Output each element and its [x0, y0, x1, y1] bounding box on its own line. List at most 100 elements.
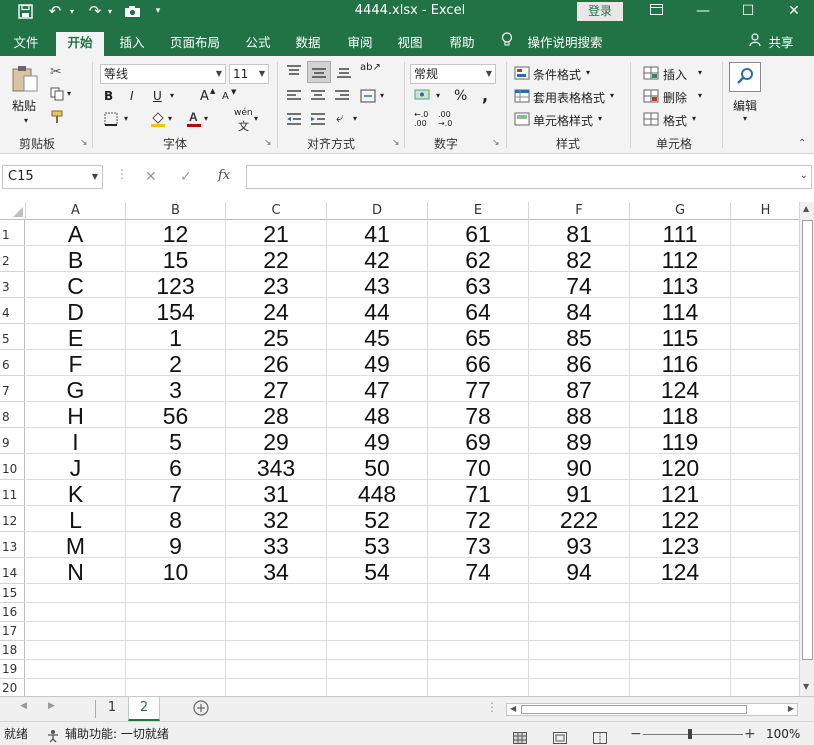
- scroll-up-icon[interactable]: ▲: [803, 204, 809, 213]
- cell-E10[interactable]: 70: [428, 454, 529, 480]
- percent-button[interactable]: %: [454, 88, 467, 104]
- orientation-icon[interactable]: ab↗: [360, 62, 381, 73]
- cell-G16[interactable]: [630, 603, 731, 622]
- row-header[interactable]: 18: [0, 641, 25, 660]
- page-layout-view-icon[interactable]: [553, 728, 567, 745]
- scroll-right-icon[interactable]: ▶: [788, 704, 794, 713]
- cell-G2[interactable]: 112: [630, 246, 731, 272]
- camera-icon[interactable]: [120, 0, 144, 22]
- tell-me-search[interactable]: 操作说明搜索: [522, 32, 608, 56]
- fill-color-dropdown-icon[interactable]: ▾: [168, 114, 172, 123]
- number-format-select[interactable]: 常规 ▼: [410, 64, 496, 84]
- delete-cells-dropdown-icon[interactable]: ▾: [698, 91, 702, 100]
- cell-H16[interactable]: [731, 603, 801, 622]
- cell-F20[interactable]: [529, 679, 630, 696]
- cell-A4[interactable]: D: [26, 298, 126, 324]
- cell-styles-button[interactable]: 单元格样式: [533, 112, 593, 129]
- cell-E16[interactable]: [428, 603, 529, 622]
- cell-B15[interactable]: [126, 584, 226, 603]
- cell-B6[interactable]: 2: [126, 350, 226, 376]
- cell-D5[interactable]: 45: [327, 324, 428, 350]
- row-header[interactable]: 17: [0, 622, 25, 641]
- cell-D13[interactable]: 53: [327, 532, 428, 558]
- delete-cells-icon[interactable]: [643, 89, 659, 106]
- cell-C13[interactable]: 33: [226, 532, 327, 558]
- copy-icon[interactable]: [50, 87, 64, 104]
- cell-F8[interactable]: 88: [529, 402, 630, 428]
- cell-H3[interactable]: [731, 272, 801, 298]
- cell-F6[interactable]: 86: [529, 350, 630, 376]
- editing-button[interactable]: 编辑: [733, 97, 757, 114]
- tab-file[interactable]: 文件: [4, 32, 48, 56]
- cell-E12[interactable]: 72: [428, 506, 529, 532]
- cell-A5[interactable]: E: [26, 324, 126, 350]
- cell-H18[interactable]: [731, 641, 801, 660]
- row-header[interactable]: 19: [0, 660, 25, 679]
- zoom-slider-thumb[interactable]: [688, 729, 692, 739]
- font-color-dropdown-icon[interactable]: ▾: [204, 114, 208, 123]
- scroll-tabs-right-icon[interactable]: ▶: [48, 701, 55, 711]
- cell-F17[interactable]: [529, 622, 630, 641]
- cell-G18[interactable]: [630, 641, 731, 660]
- cell-D14[interactable]: 54: [327, 558, 428, 584]
- cell-F12[interactable]: 222: [529, 506, 630, 532]
- cell-C4[interactable]: 24: [226, 298, 327, 324]
- row-header[interactable]: 14: [0, 558, 25, 584]
- row-header[interactable]: 6: [0, 350, 25, 376]
- font-color-icon[interactable]: A: [186, 110, 202, 130]
- save-icon[interactable]: [14, 0, 36, 22]
- cell-E14[interactable]: 74: [428, 558, 529, 584]
- cell-A17[interactable]: [26, 622, 126, 641]
- cell-E5[interactable]: 65: [428, 324, 529, 350]
- cell-H1[interactable]: [731, 220, 801, 246]
- row-header[interactable]: 12: [0, 506, 25, 532]
- cell-E19[interactable]: [428, 660, 529, 679]
- drag-handle-icon[interactable]: ⋮: [116, 167, 128, 181]
- column-header-H[interactable]: H: [731, 202, 801, 220]
- cell-D7[interactable]: 47: [327, 376, 428, 402]
- cell-A12[interactable]: L: [26, 506, 126, 532]
- cell-H17[interactable]: [731, 622, 801, 641]
- cell-G13[interactable]: 123: [630, 532, 731, 558]
- row-header[interactable]: 7: [0, 376, 25, 402]
- grow-font-button[interactable]: A: [200, 89, 209, 104]
- cell-G9[interactable]: 119: [630, 428, 731, 454]
- cell-D16[interactable]: [327, 603, 428, 622]
- share-person-icon[interactable]: [748, 32, 764, 56]
- cell-C7[interactable]: 27: [226, 376, 327, 402]
- delete-cells-button[interactable]: 删除: [663, 89, 687, 106]
- cell-H13[interactable]: [731, 532, 801, 558]
- cell-F5[interactable]: 85: [529, 324, 630, 350]
- increase-decimal-icon[interactable]: ←.0.00: [414, 110, 428, 128]
- select-all-corner[interactable]: [0, 202, 26, 220]
- formula-input[interactable]: ⌄: [246, 165, 812, 189]
- cell-D2[interactable]: 42: [327, 246, 428, 272]
- cell-C11[interactable]: 31: [226, 480, 327, 506]
- cell-F9[interactable]: 89: [529, 428, 630, 454]
- cell-B19[interactable]: [126, 660, 226, 679]
- row-header[interactable]: 5: [0, 324, 25, 350]
- cell-A10[interactable]: J: [26, 454, 126, 480]
- cell-A6[interactable]: F: [26, 350, 126, 376]
- minimize-button[interactable]: —: [683, 0, 723, 22]
- cell-F1[interactable]: 81: [529, 220, 630, 246]
- ribbon-display-options-icon[interactable]: [636, 0, 676, 22]
- cell-G11[interactable]: 121: [630, 480, 731, 506]
- cell-C16[interactable]: [226, 603, 327, 622]
- enter-icon[interactable]: ✓: [180, 169, 192, 185]
- cell-G7[interactable]: 124: [630, 376, 731, 402]
- insert-cells-icon[interactable]: [643, 66, 659, 83]
- phonetic-guide-button[interactable]: wén: [234, 108, 253, 118]
- cell-C2[interactable]: 22: [226, 246, 327, 272]
- underline-dropdown-icon[interactable]: ▾: [170, 91, 174, 100]
- tab-help[interactable]: 帮助: [440, 32, 484, 56]
- number-launcher-icon[interactable]: ↘: [492, 138, 500, 148]
- bottom-align-icon[interactable]: [336, 64, 354, 81]
- cell-F14[interactable]: 94: [529, 558, 630, 584]
- cell-C15[interactable]: [226, 584, 327, 603]
- cell-D9[interactable]: 49: [327, 428, 428, 454]
- cell-F16[interactable]: [529, 603, 630, 622]
- cell-A16[interactable]: [26, 603, 126, 622]
- cell-B11[interactable]: 7: [126, 480, 226, 506]
- cell-B12[interactable]: 8: [126, 506, 226, 532]
